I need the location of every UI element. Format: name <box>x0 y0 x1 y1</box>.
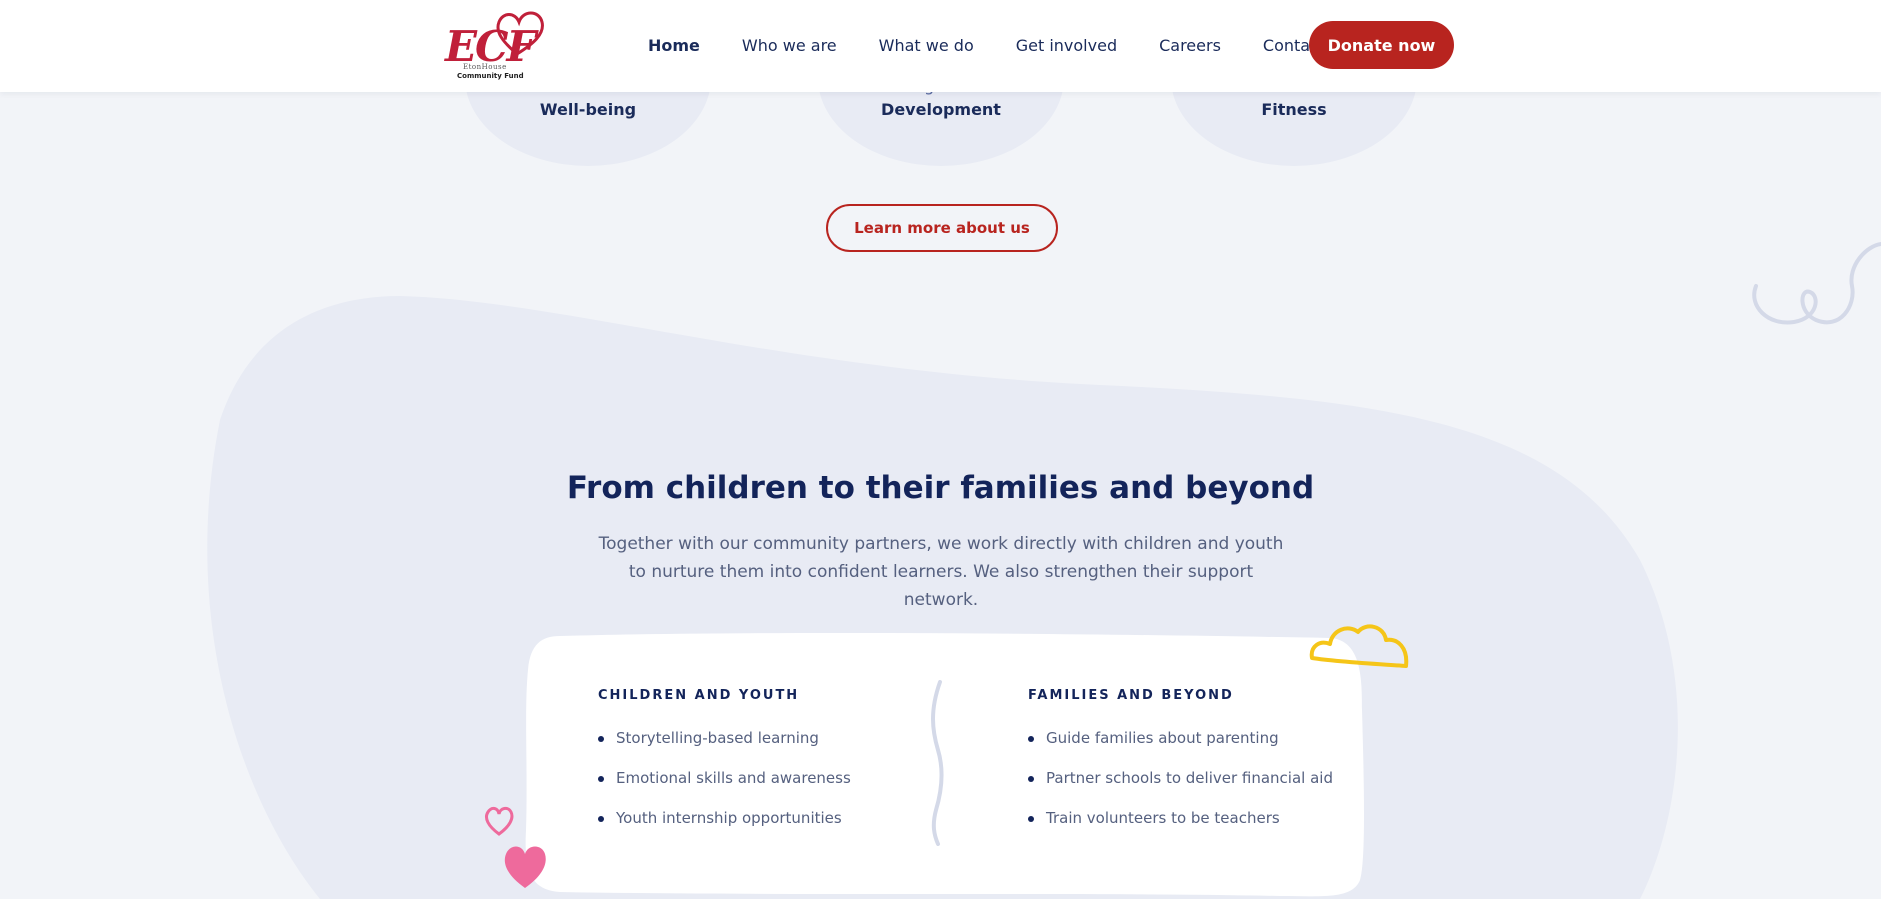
ecf-logo[interactable]: ECF EtonHouse Community Fund <box>443 6 563 82</box>
pillar-label: Fitness <box>1261 100 1327 119</box>
nav-links: Home Who we are What we do Get involved … <box>648 0 1350 90</box>
pillar-label: Well-being <box>539 100 637 119</box>
top-navigation: ECF EtonHouse Community Fund Home Who we… <box>0 0 1881 92</box>
donate-button[interactable]: Donate now <box>1309 21 1454 69</box>
list-item: Emotional skills and awareness <box>598 769 851 809</box>
list-item: Storytelling-based learning <box>598 729 851 769</box>
column-title: FAMILIES AND BEYOND <box>1028 688 1234 703</box>
column-children-youth: CHILDREN AND YOUTH Storytelling-based le… <box>598 688 851 849</box>
list-item: Partner schools to deliver financial aid <box>1028 769 1333 809</box>
section-intro: Together with our community partners, we… <box>598 534 1284 610</box>
pillar-label: Development <box>881 100 1001 119</box>
list-item: Train volunteers to be teachers <box>1028 809 1333 849</box>
learn-more-button[interactable]: Learn more about us <box>826 204 1058 252</box>
column-list: Guide families about parenting Partner s… <box>1028 729 1333 849</box>
squiggle-decoration-icon <box>1752 242 1881 325</box>
column-list: Storytelling-based learning Emotional sk… <box>598 729 851 849</box>
nav-what-we-do[interactable]: What we do <box>879 36 974 55</box>
column-title: CHILDREN AND YOUTH <box>598 688 800 703</box>
nav-get-involved[interactable]: Get involved <box>1016 36 1117 55</box>
list-item: Youth internship opportunities <box>598 809 851 849</box>
column-families-beyond: FAMILIES AND BEYOND Guide families about… <box>1028 688 1333 849</box>
list-item: Guide families about parenting <box>1028 729 1333 769</box>
cloud-icon <box>1309 624 1409 668</box>
section-heading: From children to their families and beyo… <box>566 470 1315 506</box>
wavy-divider <box>931 680 944 846</box>
nav-careers[interactable]: Careers <box>1159 36 1221 55</box>
heart-outline-icon <box>484 806 514 836</box>
logo-line2: Community Fund <box>457 72 524 80</box>
heart-filled-icon <box>504 846 546 888</box>
nav-who-we-are[interactable]: Who we are <box>742 36 837 55</box>
logo-line1: EtonHouse <box>463 63 507 71</box>
nav-home[interactable]: Home <box>648 36 700 55</box>
